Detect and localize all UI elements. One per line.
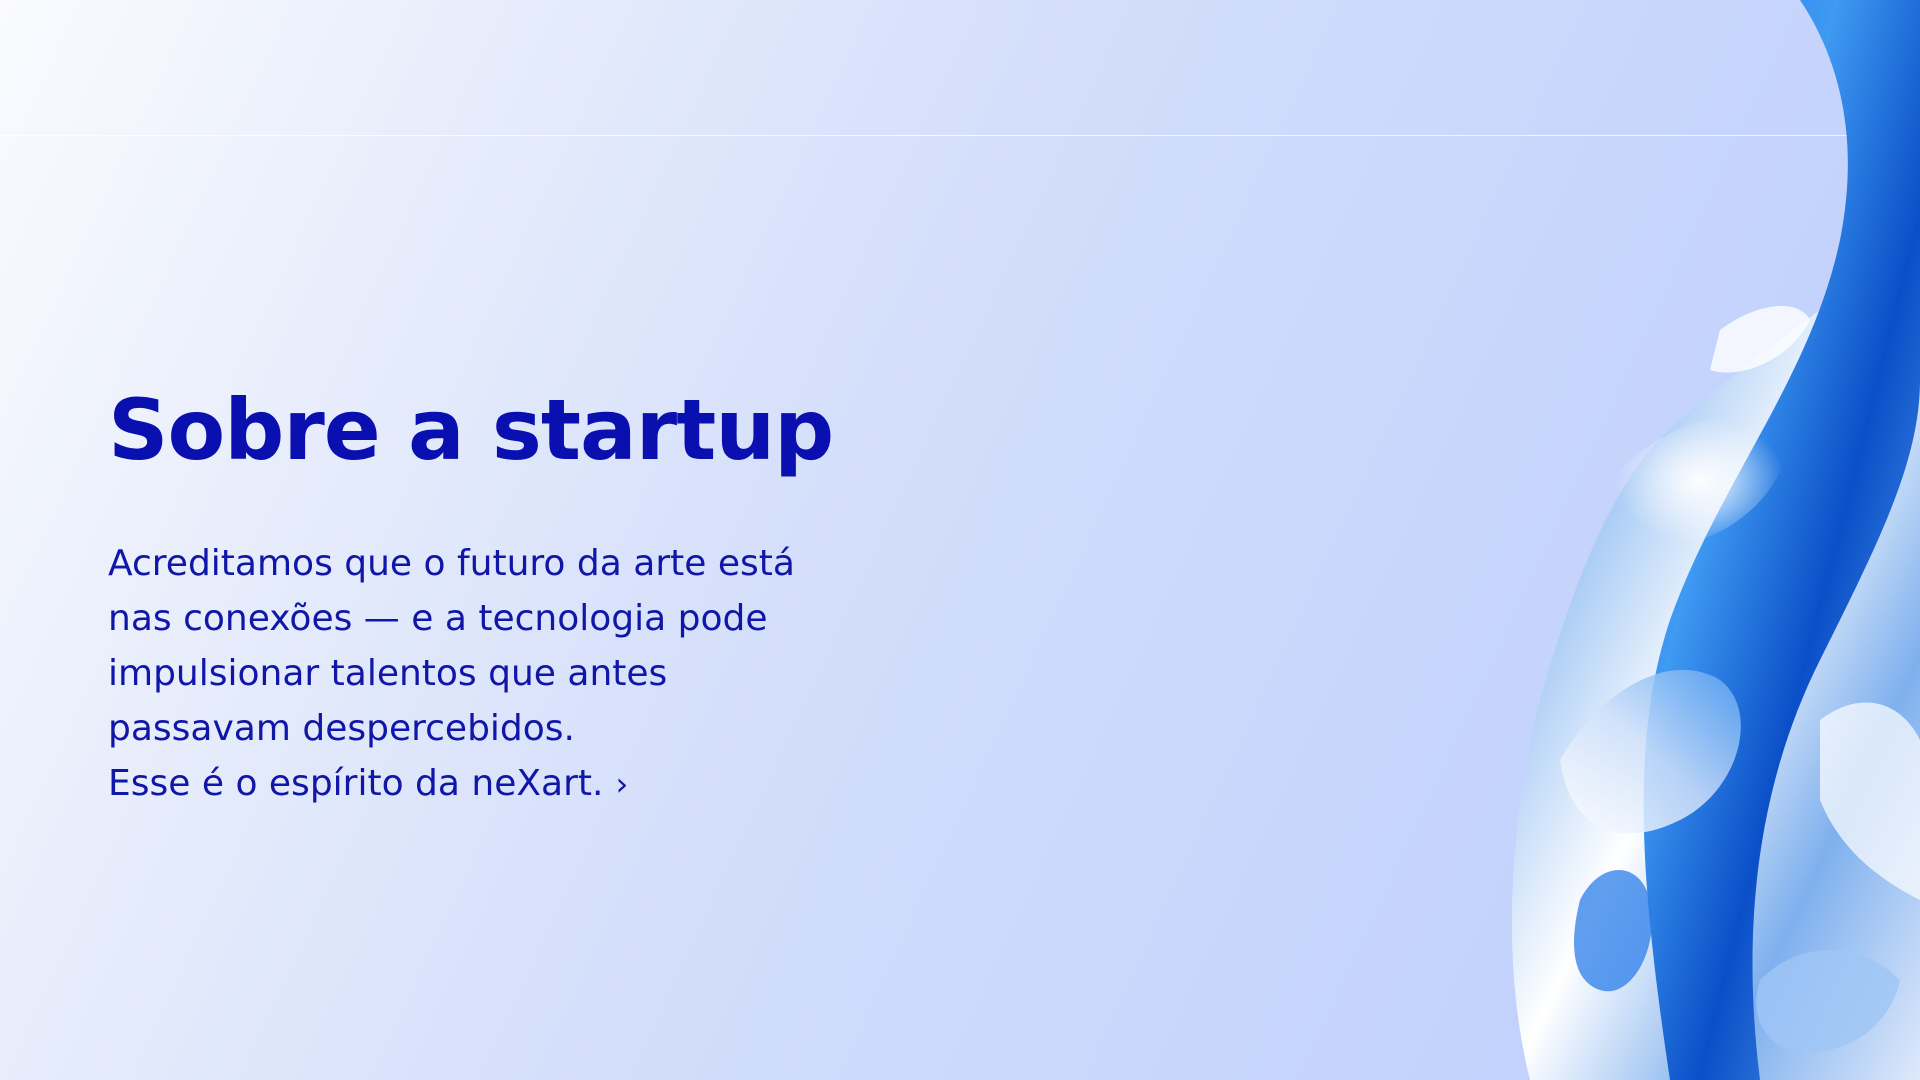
about-paragraph: Acreditamos que o futuro da arte está na… [108, 536, 868, 812]
paragraph-line-5: Esse é o espírito da neXart. [108, 763, 604, 804]
about-section: Sobre a startup Acreditamos que o futuro… [108, 380, 868, 812]
page-title: Sobre a startup [108, 381, 834, 479]
liquid-chrome-shape [1511, 0, 1920, 1080]
paragraph-line-4: passavam despercebidos. [108, 708, 575, 749]
chevron-right-icon[interactable]: › [615, 757, 628, 812]
paragraph-line-3: impulsionar talentos que antes [108, 653, 668, 694]
paragraph-line-2: nas conexões — e a tecnologia pode [108, 598, 768, 639]
paragraph-line-1: Acreditamos que o futuro da arte está [108, 543, 795, 584]
